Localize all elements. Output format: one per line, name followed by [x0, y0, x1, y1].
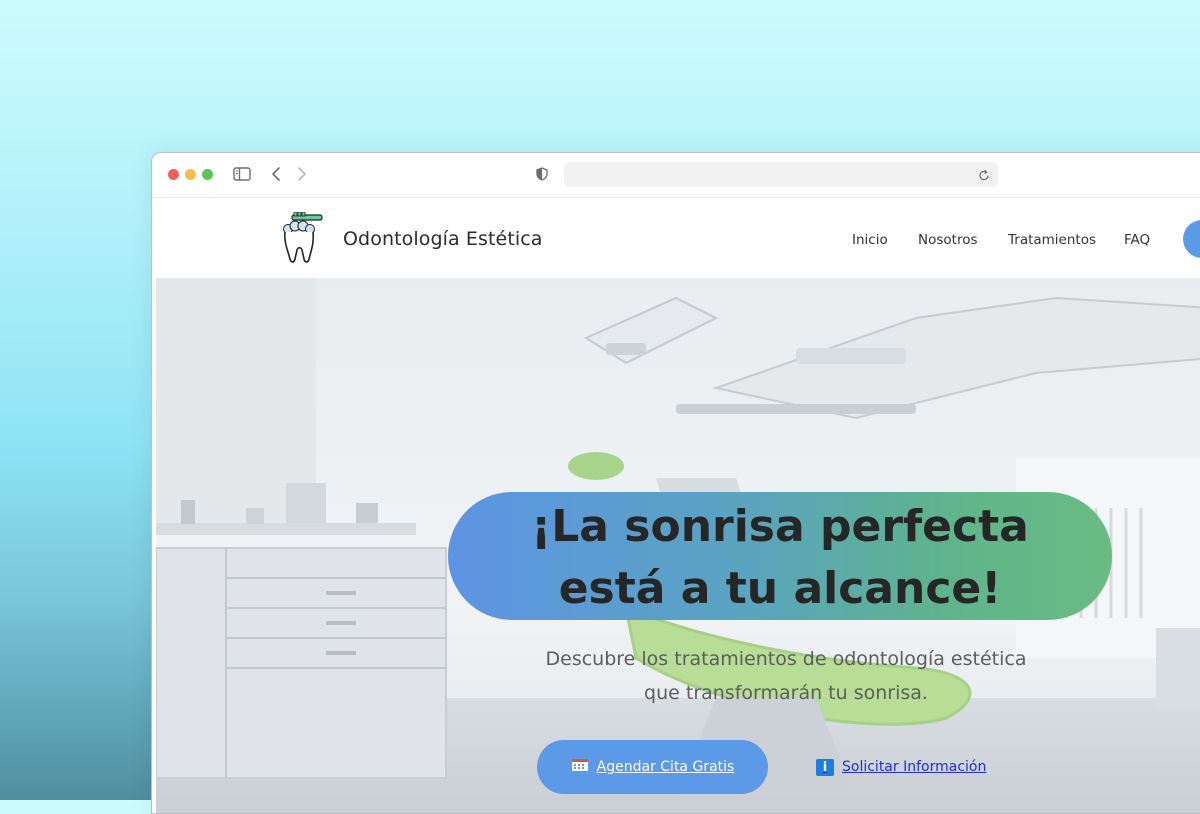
shield-icon[interactable]: [534, 163, 550, 185]
zoom-window-button[interactable]: [202, 169, 213, 180]
brand-name[interactable]: Odontología Estética: [343, 228, 543, 250]
request-information-label: Solicitar Información: [842, 759, 987, 775]
browser-toolbar: [152, 153, 1200, 198]
calendar-icon: [571, 758, 589, 776]
nav-tratamientos[interactable]: Tratamientos: [1008, 232, 1096, 248]
nav-cta-button[interactable]: [1183, 220, 1200, 258]
hero-subtitle-line1: Descubre los tratamientos de odontología…: [545, 648, 1027, 670]
nav-faq[interactable]: FAQ: [1124, 232, 1150, 248]
close-window-button[interactable]: [168, 169, 179, 180]
site-header: Odontología Estética Inicio Nosotros Tra…: [152, 198, 1200, 278]
address-bar[interactable]: [564, 162, 998, 187]
info-icon: i: [816, 758, 834, 776]
chevron-left-icon[interactable]: [268, 163, 284, 185]
hero-subtitle: Descubre los tratamientos de odontología…: [506, 642, 1066, 710]
hero-headline-line2: está a tu alcance!: [558, 563, 1002, 614]
nav-inicio[interactable]: Inicio: [852, 232, 888, 248]
browser-window: Odontología Estética Inicio Nosotros Tra…: [151, 152, 1200, 814]
hero-headline-line1: ¡La sonrisa perfecta: [531, 501, 1029, 552]
minimize-window-button[interactable]: [185, 169, 196, 180]
schedule-appointment-label: Agendar Cita Gratis: [596, 759, 735, 775]
request-information-link[interactable]: i Solicitar Información: [816, 756, 986, 778]
hero-subtitle-line2: que transformarán tu sonrisa.: [644, 682, 928, 704]
hero-section: ¡La sonrisa perfecta está a tu alcance! …: [156, 278, 1200, 813]
chevron-right-icon[interactable]: [294, 163, 310, 185]
nav-nosotros[interactable]: Nosotros: [918, 232, 978, 248]
schedule-appointment-button[interactable]: Agendar Cita Gratis: [537, 740, 768, 794]
tooth-toothbrush-icon[interactable]: [280, 211, 326, 264]
reload-icon[interactable]: [978, 167, 990, 186]
sidebar-icon[interactable]: [232, 163, 252, 185]
hero-headline: ¡La sonrisa perfecta está a tu alcance!: [448, 496, 1112, 620]
